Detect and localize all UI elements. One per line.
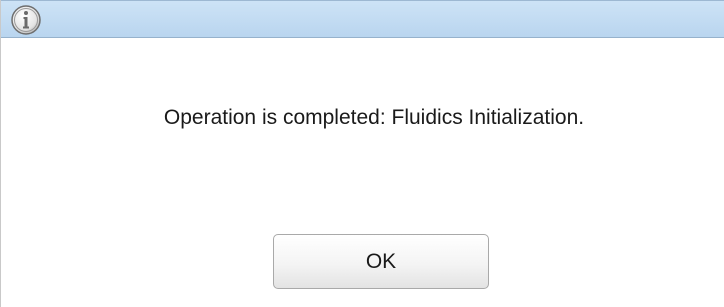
dialog-message: Operation is completed: Fluidics Initial… (163, 106, 585, 129)
dialog-titlebar (1, 0, 724, 38)
ok-button[interactable]: OK (273, 234, 489, 289)
info-icon (10, 4, 42, 36)
info-dialog: Operation is completed: Fluidics Initial… (0, 0, 724, 307)
